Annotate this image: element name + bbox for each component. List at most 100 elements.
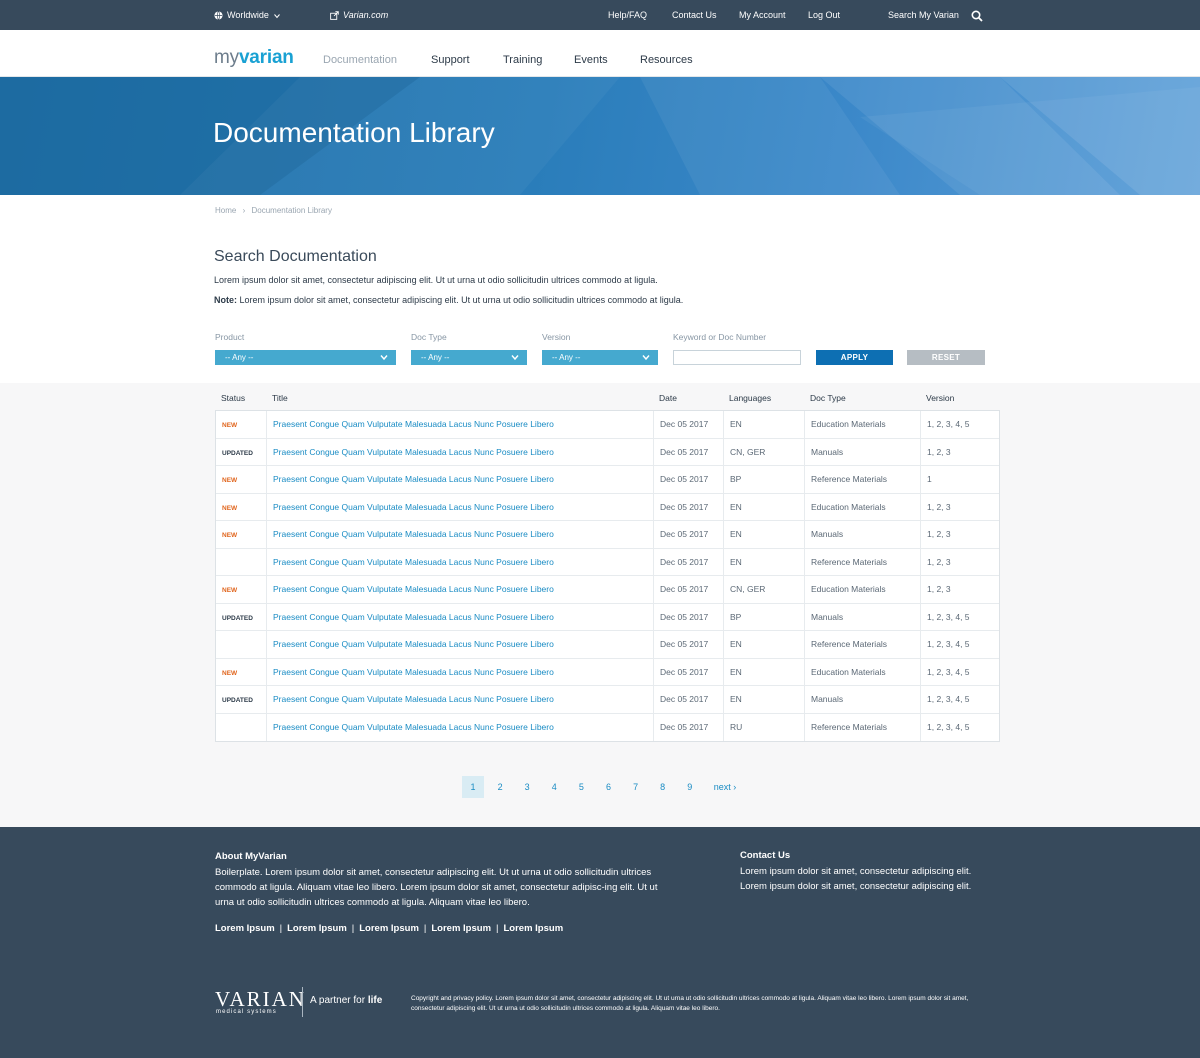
languages-cell: EN [724,686,805,714]
document-title-link[interactable]: Praesent Congue Quam Vulputate Malesuada… [273,529,554,539]
doc-type-cell-text: Reference Materials [811,721,888,732]
title-cell: Praesent Congue Quam Vulputate Malesuada… [267,521,654,549]
page-link-8[interactable]: 8 [652,776,674,798]
status-badge: UPDATED [222,449,253,457]
languages-cell: RU [724,713,805,741]
contact-us-link[interactable]: Contact Us [672,0,717,30]
date-cell: Dec 05 2017 [654,493,724,521]
status-cell: UPDATED [216,603,267,631]
version-select[interactable]: -- Any -- [542,350,658,365]
breadcrumb-home[interactable]: Home [215,206,236,215]
languages-cell-text: EN [730,666,742,677]
date-cell-text: Dec 05 2017 [660,419,709,429]
footer-link[interactable]: Lorem Ipsum [504,923,564,934]
status-cell: NEW [216,658,267,686]
search-note: Note: Lorem ipsum dolor sit amet, consec… [214,295,683,305]
version-cell: 1, 2, 3, 4, 5 [921,686,999,714]
document-title-link[interactable]: Praesent Congue Quam Vulputate Malesuada… [273,639,554,649]
version-select-value: -- Any -- [552,353,581,362]
varian-site-link[interactable]: Varian.com [330,0,388,30]
nav-events[interactable]: Events [574,54,608,66]
my-account-link[interactable]: My Account [739,0,786,30]
table-row: Praesent Congue Quam Vulputate Malesuada… [216,713,999,741]
myvarian-logo[interactable]: myvarian [214,47,294,69]
nav-support[interactable]: Support [431,54,470,66]
page-link-2[interactable]: 2 [489,776,511,798]
document-title-link[interactable]: Praesent Congue Quam Vulputate Malesuada… [273,474,554,484]
date-cell: Dec 05 2017 [654,411,724,439]
log-out-link[interactable]: Log Out [808,0,840,30]
doctype-select[interactable]: -- Any -- [411,350,527,365]
logo-tagline: A partner for life [310,995,382,1006]
document-title-link[interactable]: Praesent Congue Quam Vulputate Malesuada… [273,419,554,429]
chevron-down-icon [380,355,388,361]
document-title-link[interactable]: Praesent Congue Quam Vulputate Malesuada… [273,722,554,732]
apply-button[interactable]: APPLY [816,350,893,365]
search-button[interactable] [971,0,983,30]
region-selector[interactable]: Worldwide [214,0,281,30]
document-title-link[interactable]: Praesent Congue Quam Vulputate Malesuada… [273,557,554,567]
footer-link[interactable]: Lorem Ipsum [431,923,491,934]
title-cell: Praesent Congue Quam Vulputate Malesuada… [267,493,654,521]
date-cell-text: Dec 05 2017 [660,556,709,567]
status-badge: NEW [222,422,238,429]
date-cell-text: Dec 05 2017 [660,474,709,484]
page-link-7[interactable]: 7 [625,776,647,798]
note-label: Note: [214,295,237,305]
document-title-link[interactable]: Praesent Congue Quam Vulputate Malesuada… [273,667,554,677]
status-badge: NEW [222,669,238,677]
doc-type-cell: Education Materials [805,576,921,604]
title-cell: Praesent Congue Quam Vulputate Malesuada… [267,631,654,659]
version-filter-label: Version [542,332,571,342]
site-search-label[interactable]: Search My Varian [888,0,959,30]
version-cell: 1, 2, 3 [921,576,999,604]
doc-type-cell: Education Materials [805,493,921,521]
version-cell: 1, 2, 3 [921,439,999,467]
footer-link[interactable]: Lorem Ipsum [359,923,419,934]
version-cell-text: 1, 2, 3, 4, 5 [927,721,970,732]
document-title-link[interactable]: Praesent Congue Quam Vulputate Malesuada… [273,447,554,457]
title-cell: Praesent Congue Quam Vulputate Malesuada… [267,466,654,494]
logo-my: my [214,47,239,68]
date-cell: Dec 05 2017 [654,713,724,741]
page-link-5[interactable]: 5 [570,776,592,798]
nav-documentation[interactable]: Documentation [323,54,397,66]
nav-training[interactable]: Training [503,54,542,66]
search-icon [971,10,983,22]
page-link-4[interactable]: 4 [543,776,565,798]
doc-type-cell: Manuals [805,603,921,631]
version-cell-text: 1, 2, 3 [927,584,951,594]
status-cell: NEW [216,521,267,549]
date-cell-text: Dec 05 2017 [660,501,709,512]
product-select-value: -- Any -- [225,353,254,362]
search-section-title: Search Documentation [214,248,377,265]
doc-type-cell-text: Education Materials [811,666,886,677]
languages-cell-text: EN [730,529,742,539]
keyword-input[interactable] [673,350,801,365]
footer-link[interactable]: Lorem Ipsum [215,923,275,934]
languages-cell-text: EN [730,501,742,512]
document-title-link[interactable]: Praesent Congue Quam Vulputate Malesuada… [273,502,554,512]
page-link-1[interactable]: 1 [462,776,484,798]
nav-resources[interactable]: Resources [640,54,693,66]
help-faq-link[interactable]: Help/FAQ [608,0,647,30]
table-row: NEW Praesent Congue Quam Vulputate Malesu… [216,658,999,686]
reset-button[interactable]: RESET [907,350,985,365]
doc-type-cell: Manuals [805,686,921,714]
doc-type-cell-text: Reference Materials [811,639,888,649]
version-cell: 1, 2, 3 [921,549,999,577]
results-table: NEW Praesent Congue Quam Vulputate Malesu… [215,410,1000,742]
table-row: Praesent Congue Quam Vulputate Malesuada… [216,548,999,577]
page-link-6[interactable]: 6 [598,776,620,798]
page-link-3[interactable]: 3 [516,776,538,798]
languages-cell: CN, GER [724,438,805,466]
date-cell-text: Dec 05 2017 [660,694,709,704]
document-title-link[interactable]: Praesent Congue Quam Vulputate Malesuada… [273,694,554,704]
next-page-link[interactable]: next › [705,776,745,798]
date-cell-text: Dec 05 2017 [660,584,709,594]
document-title-link[interactable]: Praesent Congue Quam Vulputate Malesuada… [273,612,554,622]
footer-link[interactable]: Lorem Ipsum [287,923,347,934]
product-select[interactable]: -- Any -- [215,350,396,365]
page-link-9[interactable]: 9 [679,776,701,798]
document-title-link[interactable]: Praesent Congue Quam Vulputate Malesuada… [273,584,554,594]
